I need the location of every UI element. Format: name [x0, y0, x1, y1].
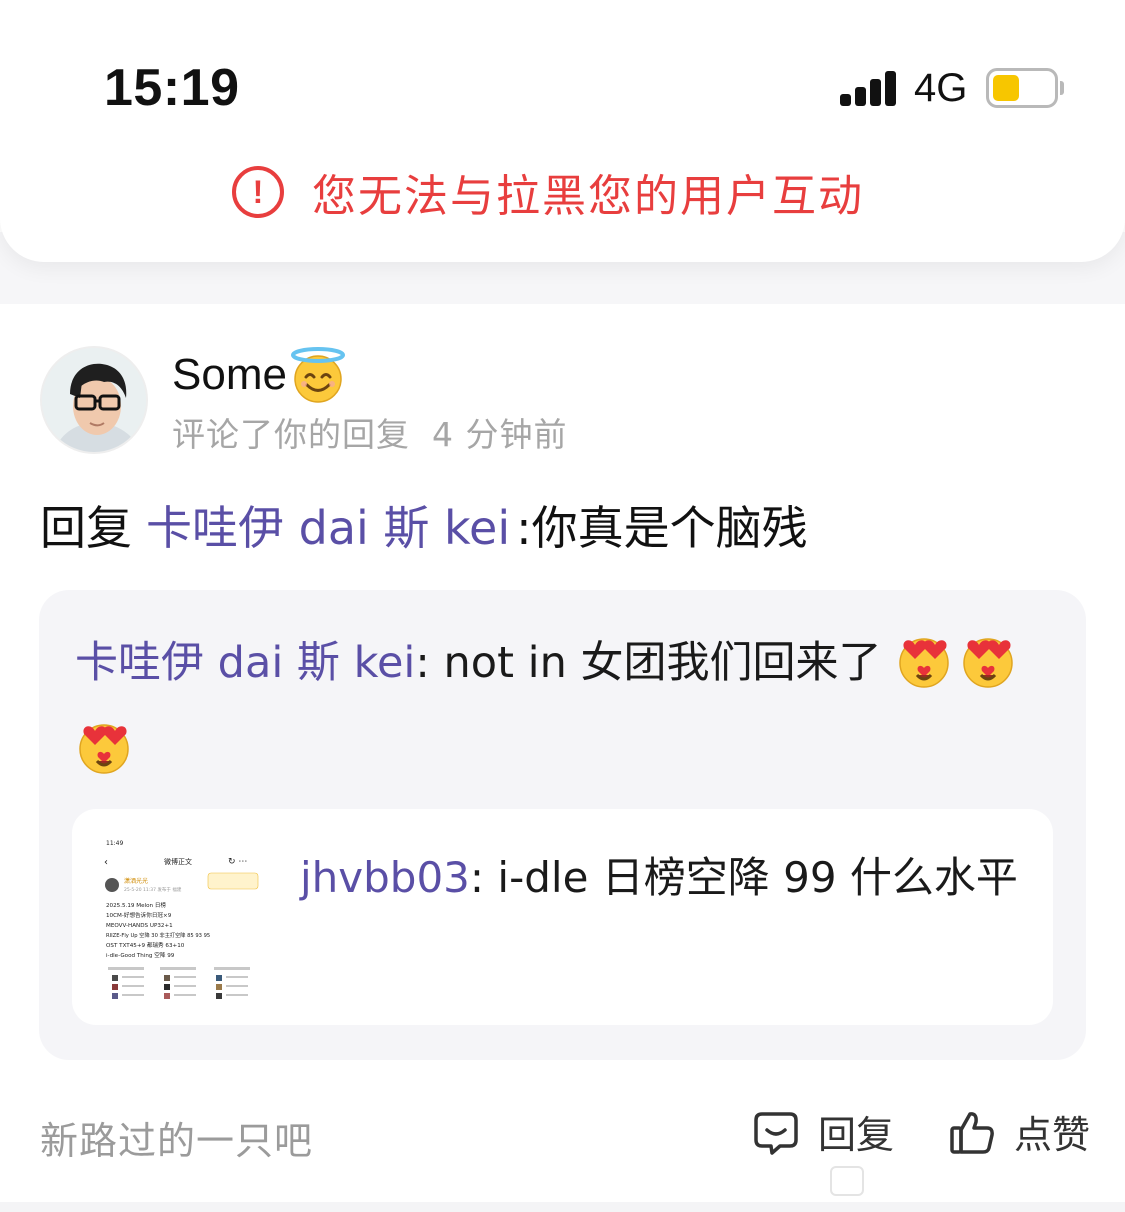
alert-circle-icon: ! [232, 166, 284, 218]
user-name-text[interactable]: Some [172, 350, 287, 400]
svg-text:‹: ‹ [104, 857, 108, 868]
avatar[interactable] [40, 346, 148, 454]
comment-bubble-icon [754, 1111, 798, 1155]
heart-eyes-kiss-emoji [79, 724, 129, 774]
halo-smile-emoji [290, 347, 345, 403]
signal-icon [840, 70, 900, 106]
original-post-body: : i-dle 日榜空降 99 什么水平 [469, 853, 1018, 902]
reply-button[interactable]: 回复 [752, 1104, 894, 1159]
status-time: 15:19 [104, 59, 240, 117]
network-label: 4G [914, 66, 968, 110]
reply-prefix: 回复 [40, 501, 132, 555]
quoted-reply-body: : not in 女团我们回来了 [415, 638, 882, 688]
thumb-header: 微博正文 [164, 857, 192, 866]
like-button[interactable]: 点赞 [948, 1104, 1090, 1159]
header-card: 15:19 4G ! 您无法与拉黑您的用户互动 [0, 0, 1125, 262]
thumb-line-5: OST TXT45+9 都瑞秀 63+10 [106, 941, 185, 949]
reply-mention[interactable]: 卡哇伊 dai 斯 kei [146, 501, 510, 555]
thumbs-up-icon [950, 1111, 994, 1154]
thumb-line-2: 10CM-好想告诉你日冠×9 [106, 911, 172, 919]
svg-text:↻ ⋯: ↻ ⋯ [228, 857, 247, 867]
thumb-line-6: i-dle-Good Thing 空降 99 [106, 951, 175, 959]
quoted-reply-author[interactable]: 卡哇伊 dai 斯 kei [75, 638, 415, 688]
comment-body[interactable]: 回复 卡哇伊 dai 斯 kei:你真是个脑残 [40, 492, 808, 558]
comment-meta: 评论了你的回复 4 分钟前 [172, 408, 568, 456]
block-notice-text: 您无法与拉黑您的用户互动 [312, 171, 864, 222]
like-button-label: 点赞 [1014, 1113, 1091, 1157]
scroll-hint [830, 1166, 864, 1196]
heart-eyes-kiss-emoji [899, 638, 949, 688]
thumb-date: 25-5-20 11:37 发布于 福建 [124, 886, 182, 893]
thumb-line-4: RIIZE-Fly Up 空降 30 非主打空降 85 93 95 [106, 931, 210, 939]
thumb-line-1: 2025.5.19 Melon 日榜 [106, 901, 166, 909]
quoted-reply-text: 卡哇伊 dai 斯 kei: not in 女团我们回来了 [75, 620, 1055, 792]
thumb-poster: 潇洒光光 [124, 877, 148, 885]
notification-page: 15:19 4G ! 您无法与拉黑您的用户互动 Some 评论了你的回复 4 分… [0, 0, 1125, 1212]
thumb-status: 11:49 [106, 840, 123, 847]
source-label: 新路过的一只吧 [40, 1119, 314, 1163]
user-name[interactable]: Some [172, 346, 347, 404]
heart-eyes-kiss-emoji [963, 638, 1013, 688]
battery-icon [986, 68, 1064, 108]
comment-action-text: 评论了你的回复 [172, 415, 410, 454]
original-post-card[interactable]: 11:49 ‹ 微博正文 ↻ ⋯ 潇洒光光 25-5-20 11:37 发布于 … [72, 809, 1053, 1025]
block-notice: ! 您无法与拉黑您的用户互动 [232, 163, 864, 222]
screenshot-thumbnail[interactable]: 11:49 ‹ 微博正文 ↻ ⋯ 潇洒光光 25-5-20 11:37 发布于 … [98, 833, 268, 1003]
comment-time: 4 分钟前 [432, 415, 568, 454]
quoted-reply-card[interactable]: 卡哇伊 dai 斯 kei: not in 女团我们回来了 11:49 ‹ 微博… [39, 590, 1086, 1060]
thumb-line-3: MEOVV-HANDS UP32+1 [106, 923, 173, 929]
item-divider [0, 1202, 1125, 1212]
reply-button-label: 回复 [818, 1113, 895, 1157]
reply-body: :你真是个脑残 [516, 501, 808, 555]
original-post-text: jhvbb03: i-dle 日榜空降 99 什么水平 [300, 839, 1020, 917]
original-post-author[interactable]: jhvbb03 [300, 853, 470, 902]
